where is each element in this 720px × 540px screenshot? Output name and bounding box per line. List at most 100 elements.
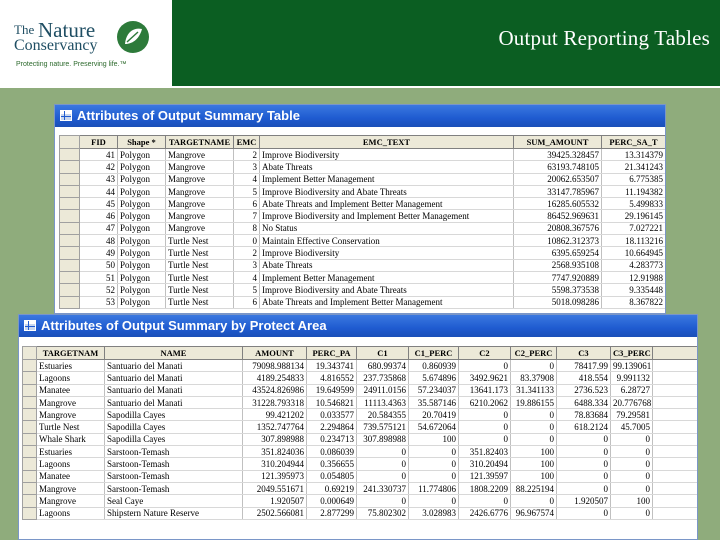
table-cell[interactable]: 0	[610, 445, 653, 459]
table-cell[interactable]: 19.886155	[510, 396, 557, 410]
table-cell[interactable]: 0.69219	[306, 482, 357, 496]
table-cell[interactable]: Mangrove	[36, 482, 105, 496]
row-selector-header[interactable]	[59, 135, 80, 149]
table-cell[interactable]: Sarstoon-Temash	[104, 482, 243, 496]
row-selector[interactable]	[22, 445, 37, 459]
row-selector[interactable]	[59, 160, 80, 174]
table-cell[interactable]: 63193.748105	[513, 160, 602, 174]
table-cell[interactable]: 5	[233, 283, 260, 297]
table-cell[interactable]: 11.194382	[601, 185, 665, 199]
table-row[interactable]: Lagoons Santuario del Manati 4189.254833 4.…	[22, 371, 697, 385]
table-cell[interactable]: 2736.523	[556, 384, 611, 397]
table-cell[interactable]: Polygon	[117, 185, 166, 199]
table-cell[interactable]: Shipstern Nature Reserve	[104, 507, 243, 520]
table-cell[interactable]: 3.028983	[408, 507, 459, 520]
table-cell[interactable]: Sarstoon-Temash	[104, 445, 243, 459]
table-cell[interactable]: 2	[233, 246, 260, 260]
table-cell[interactable]: 6	[233, 296, 260, 309]
table-cell[interactable]: 96.967574	[510, 507, 557, 520]
table-row[interactable]: 50 Polygon Turtle Nest 3 Abate Threats 2568.9…	[59, 258, 665, 272]
column-header[interactable]: SUM_AMOUNT	[513, 135, 602, 149]
table-cell[interactable]: 100	[510, 445, 557, 459]
table-cell[interactable]: 78417.99	[556, 359, 611, 373]
table-cell[interactable]: 0.860939	[408, 359, 459, 373]
table-cell[interactable]: 31228.793318	[242, 396, 307, 410]
column-header[interactable]: C1_PERC	[408, 346, 459, 360]
table-cell[interactable]: 8	[233, 222, 260, 236]
table-cell[interactable]: 45	[79, 197, 118, 211]
table-cell[interactable]: Improve Biodiversity	[259, 246, 514, 260]
table-cell[interactable]: 0	[510, 420, 557, 434]
table-cell[interactable]: Polygon	[117, 259, 166, 272]
table-cell[interactable]: 2426.6776	[458, 507, 511, 520]
table-cell[interactable]: Mangrove	[36, 408, 105, 422]
table-cell[interactable]: Lagoons	[36, 507, 105, 520]
table-cell[interactable]: 0	[610, 470, 653, 483]
row-selector[interactable]	[22, 358, 37, 373]
table-cell[interactable]: 78.83684	[556, 408, 611, 422]
table-cell[interactable]: 52	[79, 283, 118, 297]
table-cell[interactable]: 43	[79, 173, 118, 186]
column-header[interactable]: Shape *	[117, 135, 166, 149]
table-cell[interactable]: 0	[510, 433, 557, 447]
table-row[interactable]: 43 Polygon Mangrove 4 Implement Better Manag…	[59, 172, 665, 186]
row-selector[interactable]	[22, 383, 37, 397]
table-cell[interactable]: 50	[79, 259, 118, 272]
table-cell[interactable]: 0.000649	[306, 494, 357, 508]
table-cell[interactable]: 46	[79, 209, 118, 223]
table-cell[interactable]: 6	[233, 197, 260, 211]
table-cell[interactable]: 4.816552	[306, 371, 357, 385]
table-cell[interactable]: 1.920507	[242, 494, 307, 508]
table-cell[interactable]: 6.28727	[610, 384, 653, 397]
table-cell[interactable]: 0	[356, 470, 409, 483]
table-cell[interactable]: Turtle Nest	[165, 296, 234, 309]
table-cell[interactable]: 48	[79, 234, 118, 248]
table-cell[interactable]: 88.225194	[510, 482, 557, 496]
table-cell[interactable]: 2502.566081	[242, 507, 307, 520]
table-cell[interactable]: 86452.969631	[513, 209, 602, 223]
table-cell[interactable]: 2049.551671	[242, 482, 307, 496]
table-cell[interactable]: 0	[510, 408, 557, 422]
table-cell[interactable]: 10862.312373	[513, 234, 602, 248]
table-cell[interactable]: 18.113216	[601, 234, 665, 248]
table-cell[interactable]: 47	[79, 222, 118, 236]
table-cell[interactable]: 79098.988134	[242, 359, 307, 373]
table-cell[interactable]: 0.054805	[306, 470, 357, 483]
table-row[interactable]: Mangrove Sarstoon-Temash 2049.551671 0.6921…	[22, 481, 697, 496]
column-header[interactable]: TARGETNAME	[165, 135, 234, 149]
table-cell[interactable]: 0	[610, 507, 653, 520]
table-cell[interactable]: Mangrove	[165, 185, 234, 199]
table-row[interactable]: 52 Polygon Turtle Nest 5 Improve Biodiversit…	[59, 283, 665, 297]
table-cell[interactable]: 49	[79, 246, 118, 260]
table-cell[interactable]: Turtle Nest	[165, 246, 234, 260]
row-selector[interactable]	[59, 258, 80, 272]
table-row[interactable]: Turtle Nest Sapodilla Cayes 1352.747764 2.2…	[22, 420, 697, 434]
table-cell[interactable]: 6210.2062	[458, 396, 511, 410]
table-cell[interactable]: 5	[233, 185, 260, 199]
table-cell[interactable]: Maintain Effective Conservation	[259, 234, 514, 248]
table-cell[interactable]: 54.672064	[408, 420, 459, 434]
table-cell[interactable]: Turtle Nest	[165, 271, 234, 285]
row-selector[interactable]	[59, 184, 80, 199]
row-selector[interactable]	[59, 234, 80, 248]
table-cell[interactable]: Turtle Nest	[165, 259, 234, 272]
table-cell[interactable]: Mangrove	[165, 209, 234, 223]
table-cell[interactable]: 57.234037	[408, 384, 459, 397]
table-cell[interactable]: 0.033577	[306, 408, 357, 422]
row-selector[interactable]	[59, 172, 80, 186]
table-cell[interactable]: Sarstoon-Temash	[104, 457, 243, 471]
row-selector[interactable]	[22, 506, 37, 520]
table-cell[interactable]: 307.898988	[356, 433, 409, 447]
row-selector[interactable]	[22, 371, 37, 385]
table-cell[interactable]: 310.204944	[242, 457, 307, 471]
table-cell[interactable]: 121.39597	[458, 470, 511, 483]
table-cell[interactable]: Estuaries	[36, 445, 105, 459]
table-cell[interactable]: 21.341243	[601, 160, 665, 174]
table-cell[interactable]: 99.421202	[242, 408, 307, 422]
row-selector[interactable]	[22, 408, 37, 422]
table-cell[interactable]: 7	[233, 209, 260, 223]
table-row[interactable]: 47 Polygon Mangrove 8 No Status 20808.367576 7…	[59, 221, 665, 236]
table-cell[interactable]: 11.774806	[408, 482, 459, 496]
row-selector[interactable]	[59, 147, 80, 162]
column-header[interactable]: AMOUNT	[242, 346, 307, 360]
